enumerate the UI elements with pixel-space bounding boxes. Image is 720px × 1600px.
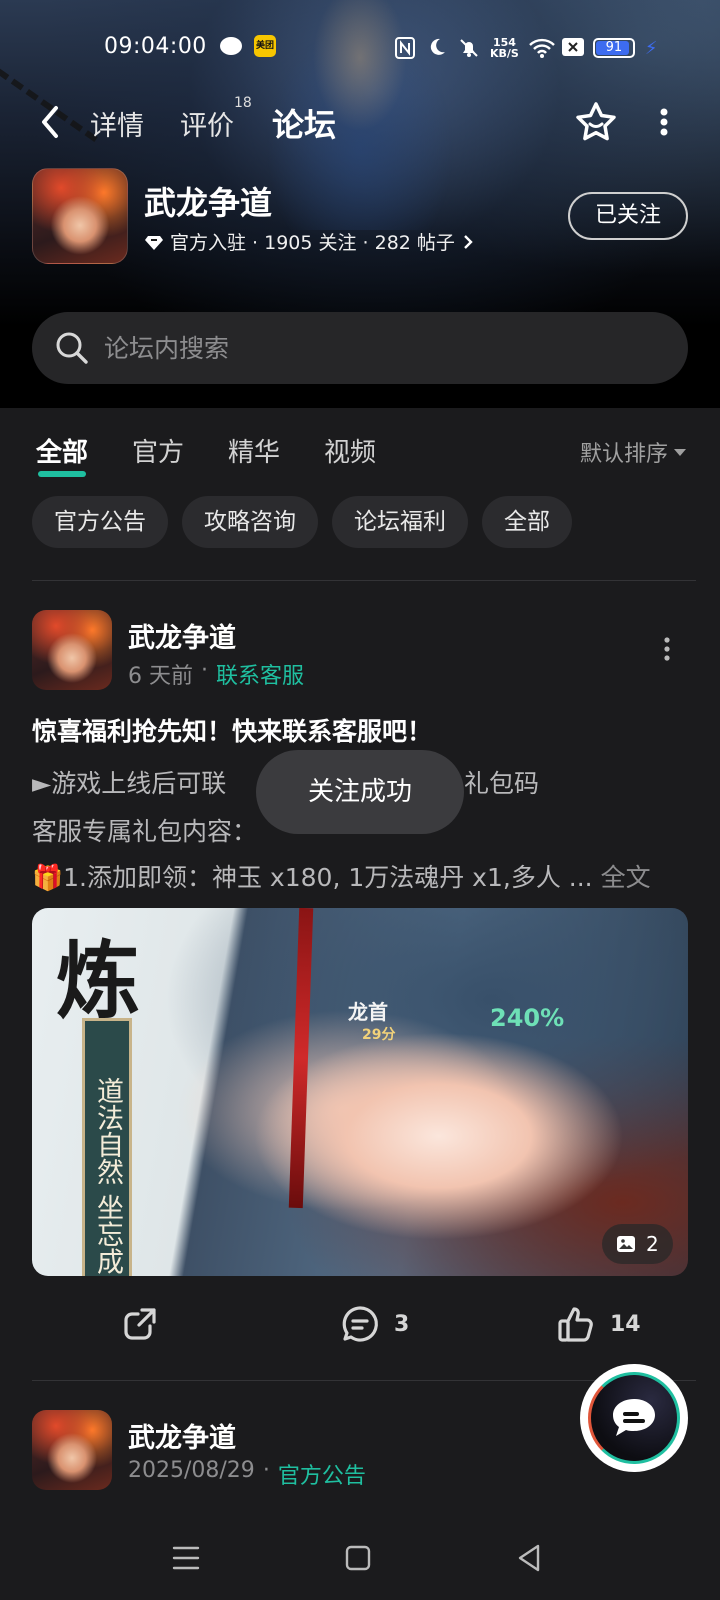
reviews-count-badge: 18 [234,95,252,111]
follow-button[interactable]: 已关注 [568,192,688,240]
home-icon[interactable] [342,1542,374,1574]
moon-icon [426,37,448,59]
category-chips: 官方公告 攻略咨询 论坛福利 全部 [32,496,572,548]
like-count: 14 [610,1311,641,1337]
game-meta-text: 官方入驻 · 1905 关注 · 282 帖子 [170,232,455,254]
sort-label: 默认排序 [580,442,669,467]
search-icon [56,332,88,364]
post-body-line-1[interactable]: ►游戏上线后可联 [32,764,226,800]
post-time: 2025/08/29 [128,1458,255,1483]
battery-icon: 91 [592,38,635,58]
image-count-badge[interactable]: 2 [602,1224,673,1264]
separator-dot: · [262,1458,270,1483]
status-time: 09:04:00 [104,34,207,59]
post-body-line-2[interactable]: 客服专属礼包内容： [32,812,257,848]
post-more-icon[interactable] [662,636,672,662]
system-nav-bar [0,1528,720,1600]
net-speed: 154 KB/S [490,37,519,59]
chip-official-announcement[interactable]: 官方公告 [32,496,168,548]
post-body-line-3[interactable]: 🎁1.添加即领：神玉 x180, 1万法魂丹 x1,多人 ... 全文 [32,858,651,894]
sort-dropdown[interactable]: 默认排序 [580,436,687,468]
divider [32,580,696,581]
more-vertical-icon[interactable] [654,106,674,138]
like-button[interactable]: 14 [556,1304,641,1344]
image-icon [617,1236,635,1252]
filter-tab-video[interactable]: 视频 [324,432,376,469]
diamond-icon [145,235,163,250]
game-title: 武龙争道 [144,184,273,222]
wifi-icon [529,37,555,59]
post-body-line-3-text: 🎁1.添加即领：神玉 x180, 1万法魂丹 x1,多人 ... [32,863,593,892]
chevron-right-icon [464,234,473,249]
image-big-character: 炼 [56,931,141,1030]
menu-icon[interactable] [170,1542,202,1574]
tab-details[interactable]: 详情 [90,104,144,143]
game-icon [32,168,128,264]
post-title[interactable]: 惊喜福利抢先知！快来联系客服吧！ [32,712,432,748]
chip-strategy-consult[interactable]: 攻略咨询 [182,496,318,548]
post-author-name[interactable]: 武龙争道 [128,616,236,655]
post-subline: 2025/08/29 · 官方公告 [128,1458,366,1490]
comment-button[interactable]: 3 [340,1304,409,1344]
post-author-name[interactable]: 武龙争道 [128,1416,236,1455]
image-hud-timer: 29分 [362,1027,396,1043]
chat-bubble-icon [588,1372,680,1464]
post-body-line-1-tail[interactable]: 礼包码 [464,764,539,800]
top-nav: 详情 评价 18 论坛 [0,92,720,152]
battery-level: 91 [605,40,623,55]
filter-tab-all[interactable]: 全部 [36,432,88,477]
star-favorite-icon[interactable] [574,100,618,144]
search-bar[interactable] [32,312,688,384]
chat-fab-button[interactable] [580,1364,688,1472]
mute-icon [458,37,480,59]
read-more-link[interactable]: 全文 [601,863,651,892]
toast-message: 关注成功 [256,750,464,834]
share-icon [124,1308,156,1340]
post-image[interactable]: 炼 道法自然 坐忘成 龙首 29分 240% [32,908,688,1276]
thumbs-up-icon [558,1307,593,1342]
comment-count: 3 [394,1311,410,1337]
search-input[interactable] [104,333,688,363]
nfc-icon [394,37,416,59]
status-bar: 09:04:00 美团 154 KB/S 91 ⚡ [0,30,720,66]
game-header: 09:04:00 美团 154 KB/S 91 ⚡ 详情 评价 18 论坛 武龙… [0,0,720,408]
post-subline: 6 天前 · 联系客服 [128,658,304,690]
net-speed-unit: KB/S [490,47,519,60]
back-icon[interactable] [514,1542,546,1574]
wechat-icon [220,37,242,55]
separator-dot: · [201,658,208,683]
image-count: 2 [646,1232,659,1256]
post-author-avatar[interactable] [32,610,112,690]
post-time: 6 天前 [128,664,193,689]
tab-forum[interactable]: 论坛 [272,100,337,148]
filter-tab-featured[interactable]: 精华 [228,432,280,469]
post-author-avatar[interactable] [32,1410,112,1490]
chip-all[interactable]: 全部 [482,496,572,548]
post-actions: 3 14 [0,1304,720,1354]
share-button[interactable] [120,1304,160,1344]
post-tag[interactable]: 联系客服 [216,658,304,690]
post-tag[interactable]: 官方公告 [278,1458,366,1490]
sim-icon [561,37,584,59]
status-icons: 154 KB/S 91 ⚡ [394,34,658,62]
back-arrow-icon[interactable] [36,104,68,140]
image-hud-percent: 240% [490,1004,565,1032]
tab-reviews[interactable]: 评价 [180,104,234,143]
meituan-icon: 美团 [254,35,276,57]
comment-icon [342,1306,378,1342]
charging-icon: ⚡ [644,37,658,59]
image-hud-title: 龙首 [348,1000,388,1024]
image-scroll-banner: 道法自然 坐忘成 [82,1018,132,1276]
filter-tabs: 全部 官方 精华 视频 默认排序 [0,428,720,478]
chip-forum-welfare[interactable]: 论坛福利 [332,496,468,548]
filter-tab-official[interactable]: 官方 [132,432,184,469]
caret-down-icon [674,448,687,456]
image-sword [288,908,314,1209]
game-meta[interactable]: 官方入驻 · 1905 关注 · 282 帖子 [144,228,475,255]
